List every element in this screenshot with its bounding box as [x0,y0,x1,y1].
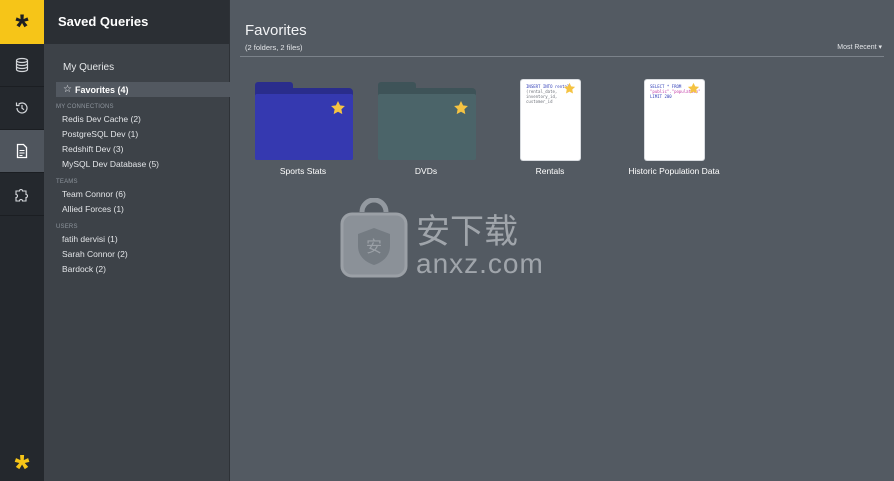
sidebar-item-team[interactable]: Team Connor (6) [62,189,126,199]
rail-item-plugins[interactable] [0,173,44,216]
file-thumbnail: INSERT INTO rental (rental_date, invento… [521,80,580,160]
sidebar: Saved Queries My Queries ☆ Favorites (4)… [44,0,230,481]
app-logo[interactable]: * [0,0,44,44]
sidebar-item-team[interactable]: Allied Forces (1) [62,204,124,214]
puzzle-icon [15,189,28,202]
sidebar-item-connection[interactable]: PostgreSQL Dev (1) [62,129,138,139]
sidebar-item-user[interactable]: Sarah Connor (2) [62,249,128,259]
sidebar-item-connection[interactable]: Redshift Dev (3) [62,144,123,154]
sort-dropdown[interactable]: Most Recent ▾ [837,43,882,51]
file-thumbnail: SELECT * FROM "public"."population" LIMI… [645,80,704,160]
shield-bag-icon: 安 [340,198,408,278]
document-icon [16,143,28,159]
sidebar-item-connection[interactable]: Redis Dev Cache (2) [62,114,141,124]
favorite-star-icon[interactable] [330,100,346,116]
tile-label: Sports Stats [279,166,327,176]
section-heading-users: USERS [56,224,78,230]
favorite-star-icon[interactable] [563,82,576,95]
tile-label: Historic Population Data [628,166,720,176]
database-icon [15,57,29,73]
divider [240,56,884,57]
rail-item-history[interactable] [0,87,44,130]
footer-logo[interactable]: * [0,447,44,481]
tile-label: DVDs [414,166,438,176]
watermark-chinese: 安下载 [416,212,518,252]
favorite-star-icon[interactable] [453,100,469,116]
page-title: Favorites [245,22,307,39]
sidebar-item-user[interactable]: Bardock (2) [62,264,106,274]
history-icon [15,102,28,114]
svg-text:安: 安 [366,237,382,256]
watermark-domain: anxz.com [416,248,544,279]
star-outline-icon: ☆ [63,84,72,95]
tile-label: Rentals [535,166,565,176]
rail-item-connections[interactable] [0,44,44,87]
asterisk-footer-icon: * [14,448,30,481]
sidebar-title: Saved Queries [44,0,229,44]
sidebar-item-my-queries[interactable]: My Queries [63,62,114,73]
main-content: Favorites (2 folders, 2 files) Most Rece… [230,0,894,481]
section-heading-connections: MY CONNECTIONS [56,104,114,110]
favorite-star-icon[interactable] [687,82,700,95]
watermark: 安 安下载 anxz.com [338,196,558,282]
folder-icon [378,80,476,160]
app-rail: * * [0,0,44,481]
folder-icon [255,80,353,160]
sidebar-item-user[interactable]: fatih dervisi (1) [62,234,118,244]
page-subtitle: (2 folders, 2 files) [245,43,303,52]
sidebar-item-favorites[interactable]: ☆ Favorites (4) [56,82,230,97]
sidebar-favorites-label: Favorites (4) [74,84,129,95]
sidebar-item-connection[interactable]: MySQL Dev Database (5) [62,159,159,169]
section-heading-teams: TEAMS [56,179,78,185]
asterisk-logo-icon: * [15,8,29,46]
rail-item-saved-queries[interactable] [0,130,44,173]
